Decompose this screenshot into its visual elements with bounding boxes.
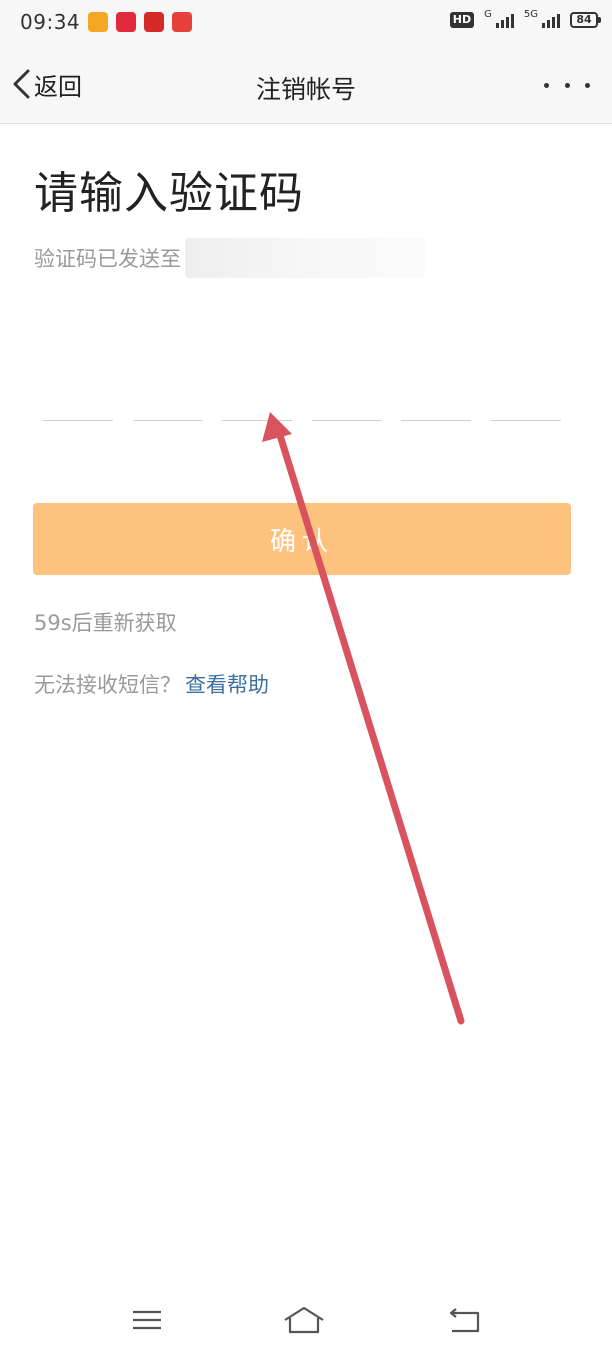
code-digit-4[interactable] <box>311 380 382 421</box>
back-icon[interactable] <box>442 1303 486 1337</box>
menu-icon[interactable] <box>125 1303 169 1337</box>
hd-badge: HD <box>449 12 475 28</box>
more-dot-icon <box>564 82 570 88</box>
more-options-button[interactable] <box>544 74 590 96</box>
home-icon[interactable] <box>282 1303 326 1337</box>
sent-hint: 验证码已发送至 <box>34 238 425 278</box>
verification-heading: 请输入验证码 <box>34 168 304 219</box>
gift-app-icon <box>172 12 192 32</box>
status-indicators: HD G 5G 84 <box>449 8 601 28</box>
signal-icon <box>495 12 514 28</box>
nav-bar: 返回 注销帐号 <box>0 46 612 124</box>
code-digit-3[interactable] <box>222 380 293 421</box>
verification-code-inputs <box>43 380 561 421</box>
code-digit-2[interactable] <box>132 380 203 421</box>
help-row: 无法接收短信？ 查看帮助 <box>34 669 269 699</box>
view-help-link[interactable]: 查看帮助 <box>185 669 269 699</box>
resend-countdown: 59s后重新获取 <box>34 611 177 635</box>
code-digit-6[interactable] <box>490 380 561 421</box>
battery-icon: 84 <box>570 12 601 28</box>
code-digit-5[interactable] <box>401 380 472 421</box>
code-digit-1[interactable] <box>43 380 113 421</box>
redacted-phone-number <box>185 238 425 278</box>
more-dot-icon <box>585 82 590 88</box>
network-label-2: 5G <box>523 8 538 20</box>
page-title: 注销帐号 <box>255 75 356 104</box>
confirm-button[interactable]: 确认 <box>33 503 571 575</box>
help-prefix: 无法接收短信？ <box>34 673 181 697</box>
status-time: 09:34 <box>20 10 81 34</box>
signal-icon-2 <box>542 12 560 28</box>
red-app-icon <box>144 12 164 32</box>
more-dot-icon <box>544 82 549 88</box>
status-bar: 09:34 HD G 5G 84 <box>0 0 612 46</box>
system-nav-bar <box>0 1283 612 1353</box>
map-pin-app-icon <box>116 12 136 32</box>
weibo-icon <box>88 12 108 32</box>
network-label-1: G <box>484 8 492 20</box>
status-app-icons <box>88 12 192 32</box>
sent-hint-text: 验证码已发送至 <box>34 247 181 271</box>
